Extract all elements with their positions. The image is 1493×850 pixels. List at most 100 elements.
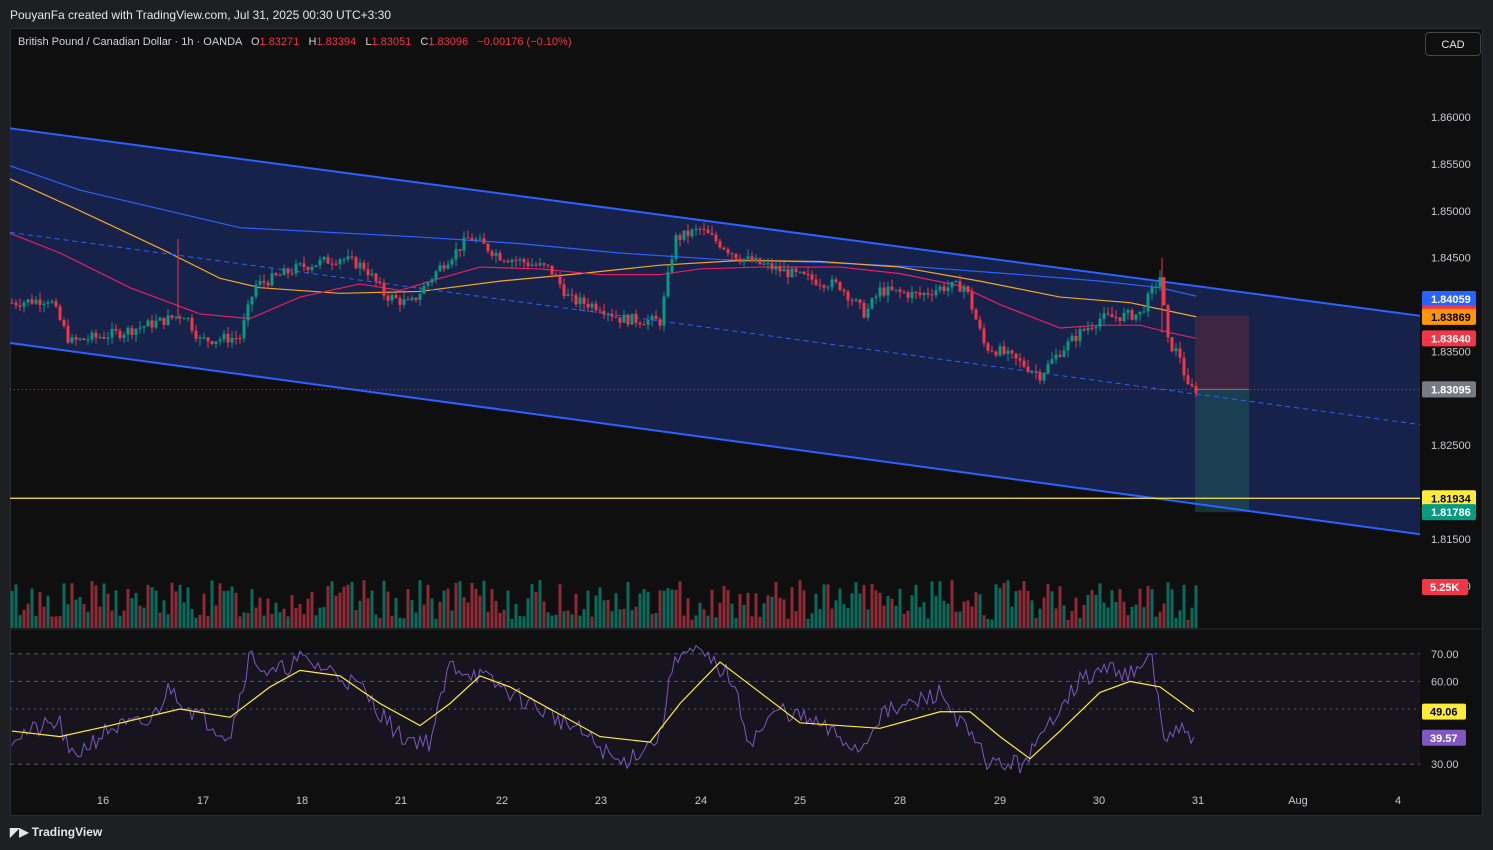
candle-body — [894, 289, 898, 291]
candle-body — [142, 326, 146, 328]
candle-body — [1094, 326, 1098, 329]
candle-body — [702, 228, 706, 230]
candle-body — [230, 337, 234, 343]
volume-bar — [1110, 590, 1114, 628]
candle-body — [210, 341, 214, 345]
volume-bar — [1058, 586, 1062, 628]
candle-body — [590, 303, 594, 308]
volume-bar — [454, 582, 458, 628]
volume-bar — [478, 595, 482, 628]
volume-bar — [162, 600, 166, 628]
candle-body — [298, 263, 302, 265]
volume-bar — [1038, 608, 1042, 628]
candle-body — [730, 252, 734, 254]
candle-body — [122, 334, 126, 339]
volume-bar — [1078, 618, 1082, 628]
volume-bar — [802, 590, 806, 628]
candle-body — [182, 318, 186, 320]
candle-body — [1118, 317, 1122, 322]
candle-body — [1138, 311, 1142, 315]
candle-body — [438, 265, 442, 272]
volume-bar — [754, 593, 758, 628]
volume-bar — [358, 600, 362, 628]
volume-bar — [606, 600, 610, 628]
volume-bar — [1118, 589, 1122, 628]
candle-body — [178, 316, 182, 319]
volume-bar — [750, 616, 754, 628]
volume-bar — [778, 597, 782, 628]
volume-bar — [386, 591, 390, 628]
candle-body — [254, 284, 258, 297]
time-tick-label: 31 — [1192, 795, 1204, 807]
candle-body — [482, 238, 486, 244]
chart-svg[interactable]: 1.85000 1.86000 1.85500 1.84500 1.83500 1.825… — [0, 0, 1493, 850]
volume-bar — [406, 588, 410, 628]
candle-body — [682, 230, 686, 240]
volume-bar — [990, 619, 994, 628]
candle-body — [694, 228, 698, 230]
volume-bar — [730, 603, 734, 628]
volume-bar — [494, 600, 498, 628]
volume-bar — [706, 615, 710, 628]
time-tick-label: 24 — [695, 795, 707, 807]
volume-bar — [1142, 607, 1146, 628]
candle-body — [34, 299, 38, 304]
volume-bar — [410, 599, 414, 628]
volume-bar — [306, 598, 310, 628]
candle-body — [610, 314, 614, 317]
open-label: O — [250, 36, 260, 48]
volume-bar — [698, 602, 702, 628]
candle-body — [858, 299, 862, 303]
volume-bar — [66, 604, 70, 628]
candle-body — [566, 294, 570, 297]
candle-body — [422, 285, 426, 294]
volume-bar — [526, 598, 530, 628]
volume-bar — [278, 612, 282, 628]
volume-bar — [506, 590, 510, 628]
candle-body — [1058, 354, 1062, 357]
candle-body — [846, 291, 850, 301]
time-tick-label: Aug — [1288, 795, 1308, 807]
volume-bar — [866, 609, 870, 628]
volume-bar — [458, 581, 462, 628]
volume-bar — [38, 592, 42, 628]
time-tick-label: 17 — [197, 795, 209, 807]
candle-body — [450, 259, 454, 265]
volume-bar — [1062, 605, 1066, 628]
candle-body — [710, 233, 714, 235]
volume-bar — [1090, 590, 1094, 628]
candle-body — [826, 287, 830, 289]
time-tick-label: 22 — [496, 795, 508, 807]
volume-bar — [30, 588, 34, 628]
volume-bar — [418, 580, 422, 628]
candle-body — [58, 306, 62, 320]
candle-body — [1170, 337, 1174, 352]
candle-body — [506, 260, 510, 263]
candle-body — [350, 256, 354, 258]
volume-bar — [670, 589, 674, 628]
volume-bar — [934, 596, 938, 628]
volume-bar — [146, 584, 150, 628]
candle-body — [426, 282, 430, 286]
volume-bar — [262, 615, 266, 628]
volume-bar — [878, 592, 882, 628]
volume-bar — [138, 605, 142, 628]
volume-bar — [1094, 594, 1098, 628]
volume-bar — [1066, 619, 1070, 628]
candle-body — [46, 302, 50, 304]
price-tick-label: 1.86000 — [1431, 112, 1471, 124]
candle-body — [366, 269, 370, 276]
volume-bar — [978, 594, 982, 628]
currency-button[interactable]: CAD — [1425, 32, 1481, 56]
volume-bar — [562, 611, 566, 628]
candle-body — [722, 247, 726, 250]
candle-body — [278, 275, 282, 277]
volume-bar — [1034, 617, 1038, 628]
candle-body — [774, 266, 778, 270]
candle-body — [1190, 384, 1194, 387]
volume-bar — [258, 597, 262, 628]
volume-bar — [894, 605, 898, 628]
volume-bar — [662, 590, 666, 628]
volume-bar — [150, 587, 154, 628]
position-stop-zone — [1195, 315, 1249, 390]
